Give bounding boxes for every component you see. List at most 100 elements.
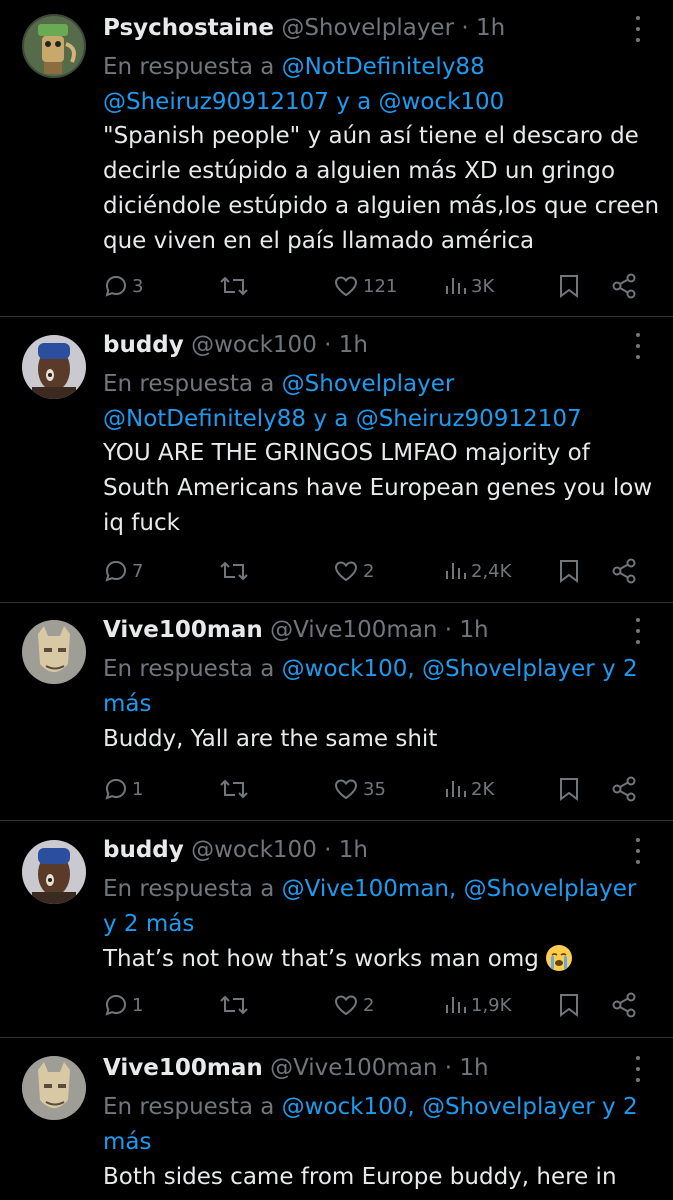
- more-options-icon[interactable]: [628, 838, 648, 864]
- reply-context: En respuesta a @NotDefinitely88 @Sheiruz…: [103, 50, 663, 120]
- views-button[interactable]: 3K: [443, 269, 494, 303]
- like-button[interactable]: 35: [333, 772, 386, 806]
- repost-button[interactable]: [219, 988, 249, 1022]
- mention-link[interactable]: más: [103, 1129, 151, 1155]
- dot-separator: ·: [324, 332, 332, 358]
- mention-link[interactable]: @NotDefinitely88: [282, 54, 485, 80]
- bookmark-button[interactable]: [558, 772, 580, 806]
- tweet[interactable]: buddy @wock100 · 1h En respuesta a @Shov…: [0, 329, 673, 615]
- user-handle[interactable]: @Vive100man: [270, 1055, 437, 1081]
- mention-link[interactable]: y 2 más: [103, 911, 194, 937]
- like-button[interactable]: 2: [333, 988, 374, 1022]
- repost-button[interactable]: [219, 772, 249, 806]
- reply-count: 1: [132, 778, 144, 800]
- views-count: 1,9K: [471, 994, 512, 1016]
- reply-icon: [105, 275, 127, 297]
- heart-icon: [334, 276, 358, 297]
- more-options-icon[interactable]: [628, 618, 648, 644]
- reply-context: En respuesta a @wock100, @Shovelplayer y…: [103, 1090, 663, 1160]
- bookmark-button[interactable]: [558, 554, 580, 588]
- tweet-header: Psychostaine @Shovelplayer · 1h: [103, 12, 505, 44]
- repost-icon: [220, 995, 248, 1015]
- tweet-text: YOU ARE THE GRINGOS LMFAO majority of So…: [103, 440, 653, 536]
- display-name[interactable]: Psychostaine: [103, 15, 274, 41]
- mention-link[interactable]: @NotDefinitely88: [103, 406, 306, 432]
- share-icon: [612, 992, 636, 1018]
- views-button[interactable]: 2,4K: [443, 554, 511, 588]
- bookmark-button[interactable]: [558, 269, 580, 303]
- user-handle[interactable]: @wock100: [191, 332, 317, 358]
- views-count: 3K: [471, 275, 495, 297]
- user-handle[interactable]: @Vive100man: [270, 617, 437, 643]
- mention-link[interactable]: @Shovelplayer: [282, 371, 455, 397]
- tweet-text-content: That’s not how that’s works man omg: [103, 946, 539, 972]
- repost-button[interactable]: [219, 269, 249, 303]
- share-button[interactable]: [611, 988, 637, 1022]
- mention-link[interactable]: @wock100: [379, 89, 505, 115]
- more-options-icon[interactable]: [628, 16, 648, 42]
- loudly-crying-face-icon: [546, 945, 573, 971]
- tweet[interactable]: Psychostaine @Shovelplayer · 1h En respu…: [0, 12, 673, 317]
- more-options-icon[interactable]: [628, 1056, 648, 1082]
- reply-prefix: En respuesta a: [103, 656, 275, 682]
- repost-button[interactable]: [219, 554, 249, 588]
- mention-link[interactable]: @Sheiruz90912107: [356, 406, 582, 432]
- views-icon: [446, 781, 466, 797]
- avatar[interactable]: [22, 335, 86, 399]
- mention-link[interactable]: más: [103, 691, 151, 717]
- separator: [0, 316, 673, 317]
- like-count: 35: [363, 778, 386, 800]
- timestamp[interactable]: 1h: [459, 617, 488, 643]
- avatar[interactable]: [22, 1056, 86, 1120]
- share-icon: [612, 776, 636, 802]
- dot-separator: ·: [444, 617, 453, 643]
- avatar-image: [22, 620, 86, 684]
- user-handle[interactable]: @Shovelplayer: [281, 15, 454, 41]
- display-name[interactable]: Vive100man: [103, 1055, 263, 1081]
- mention-link[interactable]: @Sheiruz90912107: [103, 89, 329, 115]
- views-button[interactable]: 1,9K: [443, 988, 511, 1022]
- action-bar: 7 2 2,4K: [0, 554, 673, 588]
- avatar[interactable]: [22, 14, 86, 78]
- share-button[interactable]: [611, 554, 637, 588]
- repost-icon: [220, 561, 248, 581]
- user-handle[interactable]: @wock100: [191, 837, 317, 863]
- reply-count: 3: [132, 275, 144, 297]
- display-name[interactable]: Vive100man: [103, 617, 263, 643]
- avatar[interactable]: [22, 840, 86, 904]
- tweet[interactable]: Vive100man @Vive100man · 1h En respuesta…: [0, 614, 673, 834]
- reply-button[interactable]: 1: [104, 988, 143, 1022]
- share-button[interactable]: [611, 269, 637, 303]
- display-name[interactable]: buddy: [103, 332, 184, 358]
- action-bar: 3 121 3K: [0, 269, 673, 303]
- tweet-text: "Spanish people" y aún así tiene el desc…: [103, 123, 660, 254]
- views-icon: [446, 278, 466, 294]
- tweet-header: buddy @wock100 · 1h: [103, 834, 368, 866]
- reply-button[interactable]: 7: [104, 554, 143, 588]
- timestamp[interactable]: 1h: [459, 1055, 488, 1081]
- mention-link[interactable]: @Vive100man, @Shovelplayer: [282, 876, 637, 902]
- reply-button[interactable]: 1: [104, 772, 143, 806]
- avatar[interactable]: [22, 620, 86, 684]
- mention-link[interactable]: @wock100, @Shovelplayer y 2: [282, 1094, 638, 1120]
- views-count: 2,4K: [471, 560, 512, 582]
- more-options-icon[interactable]: [628, 333, 648, 359]
- tweet[interactable]: buddy @wock100 · 1h En respuesta a @Vive…: [0, 834, 673, 1054]
- bookmark-button[interactable]: [558, 988, 580, 1022]
- reply-prefix: En respuesta a: [103, 1094, 275, 1120]
- tweet-header: Vive100man @Vive100man · 1h: [103, 1052, 489, 1084]
- reply-button[interactable]: 3: [104, 269, 143, 303]
- bookmark-icon: [560, 275, 578, 298]
- mention-link[interactable]: @wock100, @Shovelplayer y 2: [282, 656, 638, 682]
- tweet[interactable]: Vive100man @Vive100man · 1h En respuesta…: [0, 1052, 673, 1200]
- reply-context: En respuesta a @Shovelplayer @NotDefinit…: [103, 367, 663, 437]
- views-button[interactable]: 2K: [443, 772, 494, 806]
- timestamp[interactable]: 1h: [476, 15, 505, 41]
- timestamp[interactable]: 1h: [339, 332, 368, 358]
- like-button[interactable]: 121: [333, 269, 397, 303]
- display-name[interactable]: buddy: [103, 837, 184, 863]
- like-button[interactable]: 2: [333, 554, 374, 588]
- share-button[interactable]: [611, 772, 637, 806]
- timestamp[interactable]: 1h: [339, 837, 368, 863]
- views-icon: [446, 563, 466, 579]
